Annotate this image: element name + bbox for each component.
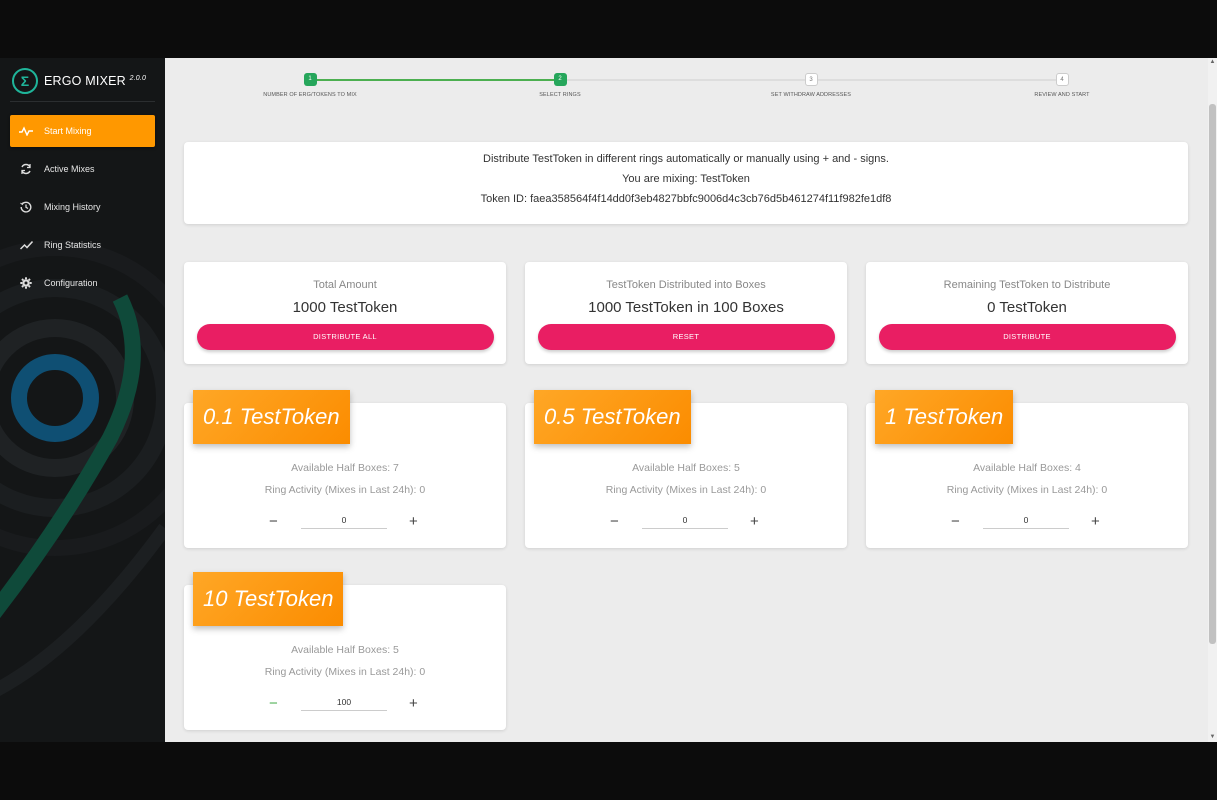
- ring-card: 0.5 TestToken Available Half Boxes: 5 Ri…: [525, 390, 847, 548]
- available-half-boxes: Available Half Boxes: 7: [291, 462, 399, 474]
- quantity-stepper: − +: [184, 693, 506, 713]
- app-window: Σ ERGO MIXER 2.0.0 Start Mixing Active M…: [0, 58, 1217, 742]
- ring-activity: Ring Activity (Mixes in Last 24h): 0: [946, 484, 1108, 496]
- distribute-button[interactable]: DISTRIBUTE: [878, 324, 1176, 350]
- step-number: 4: [1055, 73, 1069, 86]
- stat-title: Total Amount: [313, 279, 377, 291]
- ring-card: 1 TestToken Available Half Boxes: 4 Ring…: [866, 390, 1188, 548]
- stat-title: TestToken Distributed into Boxes: [606, 279, 766, 291]
- remaining-card: Remaining TestToken to Distribute 0 Test…: [866, 262, 1188, 364]
- info-mixing-token: You are mixing: TestToken: [622, 173, 750, 185]
- sidebar-nav: Start Mixing Active Mixes Mixing History…: [10, 115, 155, 305]
- stat-value: 1000 TestToken in 100 Boxes: [588, 299, 784, 316]
- decrement-button[interactable]: −: [610, 513, 619, 530]
- brand-divider: [10, 101, 155, 102]
- ring-card: 0.1 TestToken Available Half Boxes: 7 Ri…: [184, 390, 506, 548]
- ring-label: 0.5 TestToken: [534, 390, 691, 444]
- sidebar-item-configuration[interactable]: Configuration: [10, 267, 155, 299]
- step-number: 2: [553, 73, 567, 86]
- quantity-input[interactable]: [301, 693, 387, 711]
- start-mixing-icon: [18, 123, 34, 139]
- increment-button[interactable]: +: [409, 513, 418, 530]
- brand-name: ERGO MIXER 2.0.0: [44, 74, 147, 88]
- distribute-all-button[interactable]: DISTRIBUTE ALL: [196, 324, 494, 350]
- step-1[interactable]: 1 NUMBER OF ERG/TOKENS TO MIX: [240, 73, 380, 98]
- ergo-logo-icon: Σ: [12, 68, 38, 94]
- step-label: REVIEW AND START: [1034, 92, 1090, 98]
- quantity-stepper: − +: [866, 511, 1188, 531]
- distributed-card: TestToken Distributed into Boxes 1000 Te…: [525, 262, 847, 364]
- quantity-stepper: − +: [525, 511, 847, 531]
- sidebar-item-ring-statistics[interactable]: Ring Statistics: [10, 229, 155, 261]
- sidebar-item-start-mixing[interactable]: Start Mixing: [10, 115, 155, 147]
- info-token-id: Token ID: faea358564f4f14dd0f3eb4827bbfc…: [480, 193, 892, 205]
- quantity-input[interactable]: [642, 511, 728, 529]
- scroll-down-arrow-icon[interactable]: ▼: [1208, 733, 1217, 742]
- quantity-stepper: − +: [184, 511, 506, 531]
- scrollbar-thumb[interactable]: [1209, 104, 1216, 644]
- sidebar: Σ ERGO MIXER 2.0.0 Start Mixing Active M…: [0, 58, 165, 742]
- step-label: SELECT RINGS: [539, 92, 581, 98]
- vertical-scrollbar[interactable]: ▲ ▼: [1208, 58, 1217, 742]
- refresh-icon: [18, 161, 34, 177]
- available-half-boxes: Available Half Boxes: 5: [291, 644, 399, 656]
- quantity-input[interactable]: [983, 511, 1069, 529]
- ring-card: 10 TestToken Available Half Boxes: 5 Rin…: [184, 572, 506, 730]
- sidebar-item-active-mixes[interactable]: Active Mixes: [10, 153, 155, 185]
- decrement-button[interactable]: −: [269, 513, 278, 530]
- stat-value: 1000 TestToken: [292, 299, 398, 316]
- info-card: Distribute TestToken in different rings …: [184, 142, 1188, 224]
- stat-title: Remaining TestToken to Distribute: [943, 279, 1111, 291]
- step-4[interactable]: 4 REVIEW AND START: [992, 73, 1132, 98]
- available-half-boxes: Available Half Boxes: 5: [632, 462, 740, 474]
- ring-label: 0.1 TestToken: [193, 390, 350, 444]
- decrement-button[interactable]: −: [951, 513, 960, 530]
- increment-button[interactable]: +: [409, 695, 418, 712]
- quantity-input[interactable]: [301, 511, 387, 529]
- stat-value: 0 TestToken: [987, 299, 1067, 316]
- step-number: 1: [303, 73, 317, 86]
- sidebar-item-mixing-history[interactable]: Mixing History: [10, 191, 155, 223]
- gear-icon: [18, 275, 34, 291]
- decrement-button[interactable]: −: [269, 695, 278, 712]
- step-number: 3: [804, 73, 818, 86]
- ring-label: 1 TestToken: [875, 390, 1014, 444]
- sidebar-item-label: Ring Statistics: [44, 240, 102, 250]
- sidebar-item-label: Active Mixes: [44, 164, 95, 174]
- sidebar-item-label: Mixing History: [44, 202, 101, 212]
- main-content: 1 NUMBER OF ERG/TOKENS TO MIX 2 SELECT R…: [165, 58, 1208, 742]
- increment-button[interactable]: +: [750, 513, 759, 530]
- sidebar-item-label: Configuration: [44, 278, 98, 288]
- trending-icon: [18, 237, 34, 253]
- ring-activity: Ring Activity (Mixes in Last 24h): 0: [605, 484, 767, 496]
- brand-version: 2.0.0: [129, 74, 147, 82]
- step-3[interactable]: 3 SET WITHDRAW ADDRESSES: [741, 73, 881, 98]
- brand: Σ ERGO MIXER 2.0.0: [12, 68, 146, 94]
- info-instruction: Distribute TestToken in different rings …: [483, 153, 889, 165]
- sidebar-item-label: Start Mixing: [44, 126, 92, 136]
- reset-button[interactable]: RESET: [537, 324, 835, 350]
- total-amount-card: Total Amount 1000 TestToken DISTRIBUTE A…: [184, 262, 506, 364]
- scroll-up-arrow-icon[interactable]: ▲: [1208, 58, 1217, 67]
- ring-label: 10 TestToken: [193, 572, 344, 626]
- step-2[interactable]: 2 SELECT RINGS: [490, 73, 630, 98]
- stepper: 1 NUMBER OF ERG/TOKENS TO MIX 2 SELECT R…: [165, 58, 1208, 108]
- ring-activity: Ring Activity (Mixes in Last 24h): 0: [264, 666, 426, 678]
- step-label: SET WITHDRAW ADDRESSES: [770, 92, 852, 98]
- history-icon: [18, 199, 34, 215]
- step-label: NUMBER OF ERG/TOKENS TO MIX: [263, 92, 357, 98]
- ring-activity: Ring Activity (Mixes in Last 24h): 0: [264, 484, 426, 496]
- increment-button[interactable]: +: [1091, 513, 1100, 530]
- available-half-boxes: Available Half Boxes: 4: [973, 462, 1081, 474]
